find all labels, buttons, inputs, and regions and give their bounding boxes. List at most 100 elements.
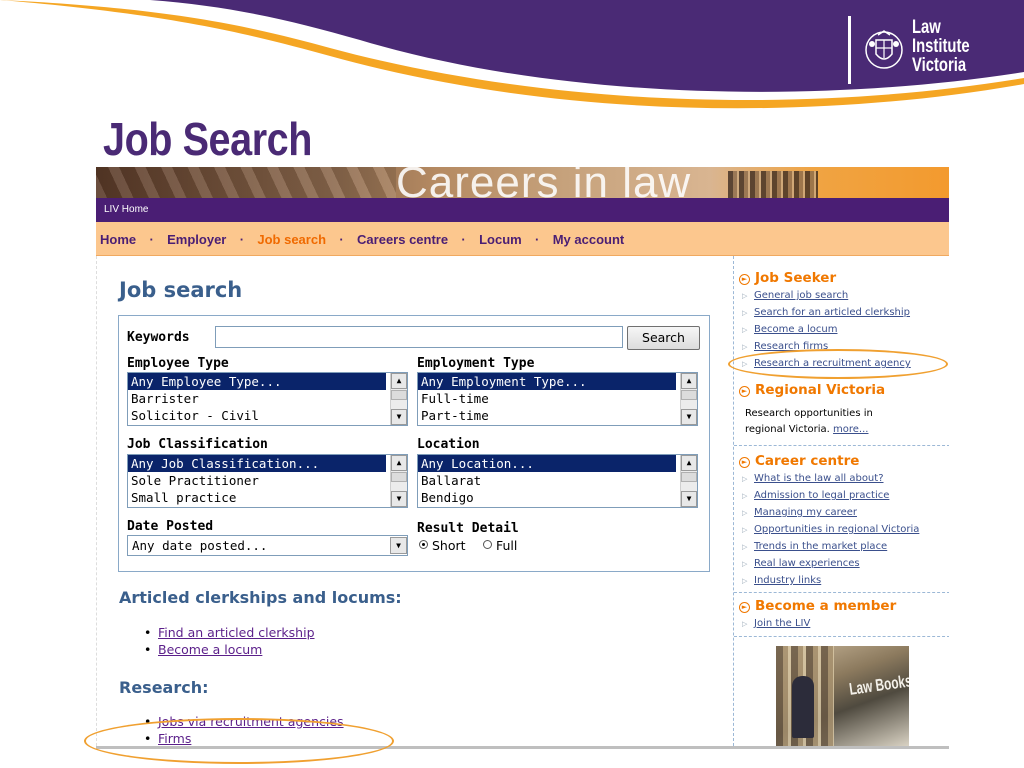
triangle-bullet-icon: ▷ <box>742 509 748 517</box>
date-posted-select[interactable]: Any date posted... ▼ <box>127 535 408 556</box>
nav-locum[interactable]: Locum <box>479 232 522 247</box>
highlight-circle-recruitment-agencies <box>84 718 394 764</box>
result-full-label: Full <box>496 538 518 553</box>
scroll-down-arrow-icon[interactable]: ▼ <box>681 409 697 425</box>
career-centre-links: ▷ What is the law all about? ▷ Admission t… <box>742 470 919 589</box>
scroll-up-arrow-icon[interactable]: ▲ <box>391 373 407 389</box>
regional-heading: ► Regional Victoria <box>739 382 885 398</box>
find-articled-clerkship-link[interactable]: Find an articled clerkship <box>158 625 315 640</box>
list-item: ▷ Real law experiences <box>742 555 919 572</box>
job-seeker-heading-text: Job Seeker <box>755 270 837 286</box>
nav-employer[interactable]: Employer <box>167 232 226 247</box>
employee-type-label: Employee Type <box>127 356 229 371</box>
arrow-circle-icon: ► <box>739 274 750 285</box>
member-links: ▷ Join the LIV <box>742 615 810 632</box>
triangle-bullet-icon: ▷ <box>742 543 748 551</box>
radio-unchecked-icon[interactable] <box>483 540 492 549</box>
listbox-option[interactable]: Full-time <box>418 390 676 407</box>
scroll-down-arrow-icon[interactable]: ▼ <box>681 491 697 507</box>
search-articled-clerkship-link[interactable]: Search for an articled clerkship <box>754 307 910 318</box>
result-short-label: Short <box>432 538 466 553</box>
real-law-experiences-link[interactable]: Real law experiences <box>754 558 860 569</box>
logo-line-3: Victoria <box>912 55 967 76</box>
listbox-scrollbar[interactable]: ▲ ▼ <box>390 373 407 425</box>
result-detail-label: Result Detail <box>417 521 519 536</box>
arrow-circle-icon: ► <box>739 602 750 613</box>
what-is-law-link[interactable]: What is the law all about? <box>754 473 884 484</box>
listbox-option[interactable]: Part-time <box>418 407 676 424</box>
scroll-thumb[interactable] <box>391 390 407 400</box>
liv-home-link[interactable]: LIV Home <box>104 204 148 215</box>
result-full-radio[interactable]: Full <box>483 538 517 554</box>
list-item: ▷ General job search <box>742 287 911 304</box>
keywords-input[interactable] <box>215 326 623 348</box>
search-button[interactable]: Search <box>627 326 700 350</box>
listbox-option[interactable]: Ballarat <box>418 472 676 489</box>
radio-checked-icon[interactable] <box>419 540 428 549</box>
scroll-thumb[interactable] <box>681 390 697 400</box>
sidebar-divider <box>734 592 949 593</box>
sidebar: ► Job Seeker ▷ General job search ▷ Search … <box>733 256 949 746</box>
logo-line-2: Institute <box>912 36 970 57</box>
scroll-thumb[interactable] <box>681 472 697 482</box>
employee-type-listbox[interactable]: Any Employee Type... Barrister Solicitor… <box>127 372 408 426</box>
result-short-radio[interactable]: Short <box>419 538 466 554</box>
industry-links-link[interactable]: Industry links <box>754 575 821 586</box>
listbox-option[interactable]: Solicitor - Civil <box>128 407 386 424</box>
scroll-thumb[interactable] <box>391 472 407 482</box>
scroll-down-arrow-icon[interactable]: ▼ <box>391 491 407 507</box>
triangle-bullet-icon: ▷ <box>742 577 748 585</box>
listbox-option[interactable]: Any Employee Type... <box>128 373 386 390</box>
employment-type-listbox[interactable]: Any Employment Type... Full-time Part-ti… <box>417 372 698 426</box>
managing-career-link[interactable]: Managing my career <box>754 507 857 518</box>
listbox-option[interactable]: Bendigo <box>418 489 676 506</box>
listbox-scrollbar[interactable]: ▲ ▼ <box>680 455 697 507</box>
nav-separator: · <box>149 232 154 247</box>
listbox-option[interactable]: Any Location... <box>418 455 676 472</box>
regional-more-link[interactable]: more... <box>833 424 868 435</box>
nav-my-account[interactable]: My account <box>553 232 625 247</box>
job-classification-label: Job Classification <box>127 437 268 452</box>
job-classification-listbox[interactable]: Any Job Classification... Sole Practitio… <box>127 454 408 508</box>
scroll-up-arrow-icon[interactable]: ▲ <box>681 455 697 471</box>
date-posted-label: Date Posted <box>127 519 214 534</box>
list-item: Become a locum <box>144 641 315 658</box>
highlight-circle-recruitment-agency <box>728 349 948 379</box>
law-bookshop-photo[interactable]: Law Booksh <box>776 646 909 746</box>
research-heading: Research: <box>119 678 209 697</box>
triangle-bullet-icon: ▷ <box>742 526 748 534</box>
careers-banner: Careers in law <box>96 167 949 198</box>
scroll-up-arrow-icon[interactable]: ▲ <box>391 455 407 471</box>
nav-home[interactable]: Home <box>100 232 136 247</box>
slide-title: Job Search <box>103 113 312 165</box>
nav-separator: · <box>535 232 540 247</box>
scroll-down-arrow-icon[interactable]: ▼ <box>391 409 407 425</box>
chevron-down-icon[interactable]: ▼ <box>390 537 407 554</box>
listbox-option[interactable]: Any Job Classification... <box>128 455 386 472</box>
triangle-bullet-icon: ▷ <box>742 475 748 483</box>
job-search-form: Keywords Search Employee Type Any Employ… <box>118 315 710 572</box>
list-item: ▷ Managing my career <box>742 504 919 521</box>
nav-job-search[interactable]: Job search <box>257 232 326 247</box>
scroll-up-arrow-icon[interactable]: ▲ <box>681 373 697 389</box>
listbox-option[interactable]: Small practice <box>128 489 386 506</box>
listbox-scrollbar[interactable]: ▲ ▼ <box>680 373 697 425</box>
become-locum-link[interactable]: Become a locum <box>158 642 262 657</box>
admission-link[interactable]: Admission to legal practice <box>754 490 889 501</box>
articled-heading: Articled clerkships and locums: <box>119 588 402 607</box>
market-trends-link[interactable]: Trends in the market place <box>754 541 887 552</box>
location-listbox[interactable]: Any Location... Ballarat Bendigo ▲ ▼ <box>417 454 698 508</box>
listbox-option[interactable]: Any Employment Type... <box>418 373 676 390</box>
listbox-option[interactable]: Barrister <box>128 390 386 407</box>
listbox-option[interactable]: Sole Practitioner <box>128 472 386 489</box>
nav-separator: · <box>461 232 466 247</box>
general-job-search-link[interactable]: General job search <box>754 290 848 301</box>
bookshop-person <box>792 676 814 738</box>
join-liv-link[interactable]: Join the LIV <box>754 618 810 629</box>
regional-opportunities-link[interactable]: Opportunities in regional Victoria <box>754 524 919 535</box>
listbox-scrollbar[interactable]: ▲ ▼ <box>390 455 407 507</box>
sidebar-become-locum-link[interactable]: Become a locum <box>754 324 837 335</box>
regional-text: Research opportunities in regional Victo… <box>745 406 915 438</box>
articled-links: Find an articled clerkship Become a locu… <box>144 624 315 658</box>
nav-careers-centre[interactable]: Careers centre <box>357 232 448 247</box>
